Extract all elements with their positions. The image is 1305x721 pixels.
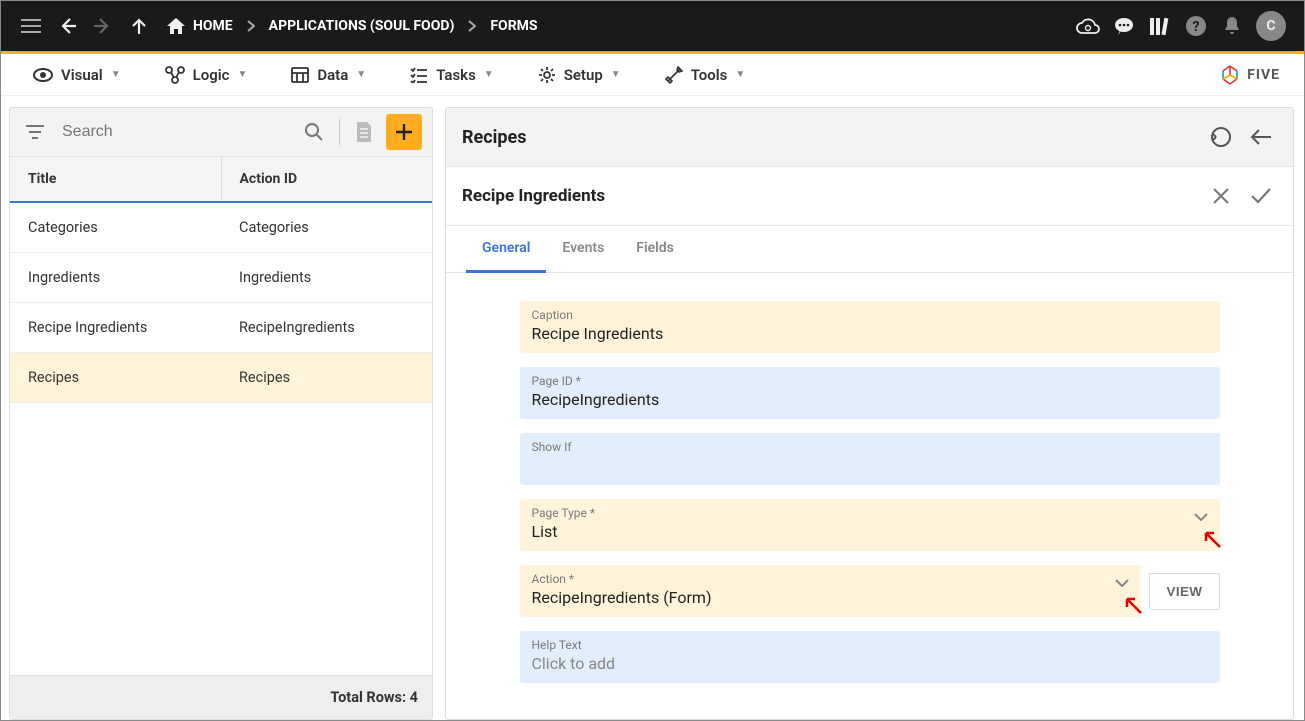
tabs: General Events Fields bbox=[446, 226, 1293, 273]
chevron-down-icon bbox=[1194, 513, 1208, 521]
detail-title: Recipes bbox=[462, 127, 1197, 148]
list-icon bbox=[410, 67, 428, 83]
grid-header: Title Action ID bbox=[10, 157, 432, 203]
sub-title: Recipe Ingredients bbox=[462, 186, 1197, 206]
caret-down-icon: ▼ bbox=[735, 69, 745, 80]
document-button[interactable] bbox=[346, 114, 382, 150]
table-row[interactable]: Recipe IngredientsRecipeIngredients bbox=[10, 303, 432, 353]
caret-down-icon: ▼ bbox=[237, 69, 247, 80]
menu-tools[interactable]: Tools▼ bbox=[643, 58, 768, 92]
detail-panel: Recipes Recipe Ingredients General Event… bbox=[445, 107, 1294, 720]
caret-down-icon: ▼ bbox=[356, 69, 366, 80]
divider bbox=[339, 119, 340, 145]
breadcrumb-home[interactable]: HOME bbox=[157, 18, 243, 34]
search-bar bbox=[10, 108, 432, 157]
menu-tasks[interactable]: Tasks▼ bbox=[388, 58, 516, 92]
menu-setup[interactable]: Setup▼ bbox=[516, 58, 643, 92]
workspace: Title Action ID CategoriesCategoriesIngr… bbox=[1, 96, 1304, 720]
caret-down-icon: ▼ bbox=[111, 69, 121, 80]
breadcrumb-applications[interactable]: APPLICATIONS (SOUL FOOD) bbox=[259, 18, 465, 34]
tab-fields[interactable]: Fields bbox=[620, 226, 690, 272]
table-row[interactable]: IngredientsIngredients bbox=[10, 253, 432, 303]
detail-header: Recipes bbox=[446, 108, 1293, 167]
close-button[interactable] bbox=[1205, 180, 1237, 212]
menu-visual[interactable]: Visual▼ bbox=[11, 58, 143, 92]
eye-icon bbox=[33, 68, 53, 82]
tools-icon bbox=[665, 66, 683, 84]
filter-icon[interactable] bbox=[16, 119, 54, 145]
cloud-icon[interactable] bbox=[1070, 8, 1106, 44]
caret-down-icon: ▼ bbox=[484, 69, 494, 80]
chat-icon[interactable] bbox=[1106, 8, 1142, 44]
col-title[interactable]: Title bbox=[10, 157, 222, 201]
page-id-field[interactable]: Page ID * RecipeIngredients bbox=[520, 367, 1220, 419]
tab-events[interactable]: Events bbox=[546, 226, 620, 272]
home-icon bbox=[167, 18, 185, 34]
back-button[interactable] bbox=[1245, 121, 1277, 153]
gear-icon bbox=[538, 66, 556, 84]
nav-up-button[interactable] bbox=[121, 8, 157, 44]
chevron-right-icon bbox=[243, 20, 259, 32]
menu-logic[interactable]: Logic▼ bbox=[143, 58, 270, 92]
add-button[interactable] bbox=[386, 114, 422, 150]
nav-back-button[interactable] bbox=[49, 8, 85, 44]
action-field[interactable]: Action * RecipeIngredients (Form) bbox=[520, 565, 1142, 617]
help-icon[interactable]: ? bbox=[1178, 8, 1214, 44]
bell-icon[interactable] bbox=[1214, 8, 1250, 44]
sub-header: Recipe Ingredients bbox=[446, 167, 1293, 226]
caret-down-icon: ▼ bbox=[611, 69, 621, 80]
menu-data[interactable]: Data▼ bbox=[269, 58, 388, 92]
confirm-button[interactable] bbox=[1245, 180, 1277, 212]
svg-text:?: ? bbox=[1193, 19, 1200, 35]
view-button[interactable]: VIEW bbox=[1149, 573, 1219, 610]
library-icon[interactable] bbox=[1142, 8, 1178, 44]
search-input[interactable] bbox=[54, 115, 295, 149]
table-row[interactable]: CategoriesCategories bbox=[10, 203, 432, 253]
breadcrumb-home-label: HOME bbox=[193, 18, 233, 34]
chevron-right-icon bbox=[464, 20, 480, 32]
form-body: Caption Recipe Ingredients Page ID * Rec… bbox=[446, 273, 1293, 719]
search-icon[interactable] bbox=[295, 117, 333, 147]
grid-rows: CategoriesCategoriesIngredientsIngredien… bbox=[10, 203, 432, 675]
user-avatar[interactable]: C bbox=[1256, 11, 1286, 41]
logic-icon bbox=[165, 66, 185, 84]
col-action-id[interactable]: Action ID bbox=[222, 157, 433, 201]
table-row[interactable]: RecipesRecipes bbox=[10, 353, 432, 403]
top-bar: HOME APPLICATIONS (SOUL FOOD) FORMS ? C bbox=[1, 1, 1304, 51]
help-text-field[interactable]: Help Text Click to add bbox=[520, 631, 1220, 683]
brand: FIVE bbox=[1219, 64, 1294, 86]
show-if-field[interactable]: Show If bbox=[520, 433, 1220, 485]
revert-button[interactable] bbox=[1205, 121, 1237, 153]
page-type-field[interactable]: Page Type * List bbox=[520, 499, 1220, 551]
brand-logo-icon bbox=[1219, 64, 1241, 86]
list-panel: Title Action ID CategoriesCategoriesIngr… bbox=[9, 107, 433, 720]
table-icon bbox=[291, 67, 309, 83]
chevron-down-icon bbox=[1115, 579, 1129, 587]
breadcrumb-forms[interactable]: FORMS bbox=[480, 18, 547, 34]
tab-general[interactable]: General bbox=[466, 226, 546, 273]
nav-forward-button bbox=[85, 8, 121, 44]
menu-icon[interactable] bbox=[13, 8, 49, 44]
caption-field[interactable]: Caption Recipe Ingredients bbox=[520, 301, 1220, 353]
grid-footer: Total Rows: 4 bbox=[10, 675, 432, 719]
menu-bar: Visual▼ Logic▼ Data▼ Tasks▼ Setup▼ Tools… bbox=[1, 54, 1304, 96]
